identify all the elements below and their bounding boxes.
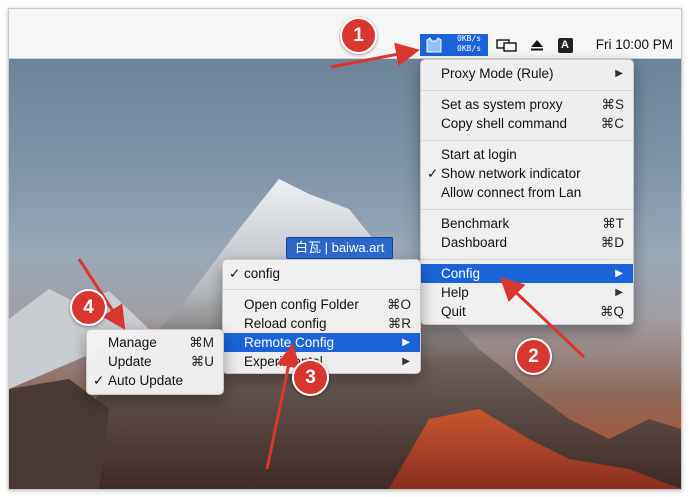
arrow-1 [330, 42, 420, 69]
annotation-badge-2: 2 [515, 338, 552, 375]
annotation-badge-4: 4 [70, 289, 107, 326]
annotation-badge-1: 1 [340, 17, 377, 54]
screenshot-frame: 0KB/s 0KB/s A Fri 10:00 PM Proxy Mode (R… [8, 8, 682, 490]
arrow-3 [265, 343, 301, 470]
annotation-badge-3: 3 [292, 359, 329, 396]
annotation-arrows [77, 42, 586, 470]
